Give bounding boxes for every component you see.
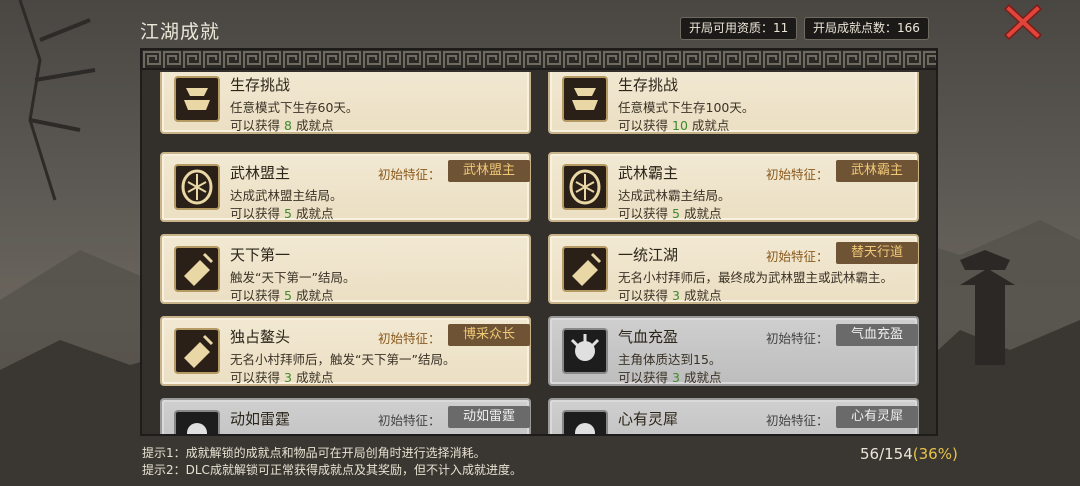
fist-icon [562, 328, 608, 374]
achievement-card-locked[interactable]: 气血充盈 初始特征： 气血充盈 主角体质达到15。 可以获得 3 成就点 [548, 316, 919, 386]
panel-border-pattern [142, 50, 936, 70]
achievement-desc: 无名小村拜师后，触发“天下第一”结局。 [230, 352, 456, 367]
achievement-points-box: 开局成就点数：166 [804, 17, 929, 40]
achievement-reward: 可以获得 3 成就点 [618, 370, 722, 385]
available-aptitude-box: 开局可用资质：11 [680, 17, 798, 40]
achievement-reward: 可以获得 5 成就点 [230, 206, 334, 221]
trait-tag: 动如雷霆 [448, 406, 530, 428]
achievement-card-locked[interactable]: 心有灵犀 初始特征： 心有灵犀 [548, 398, 919, 434]
achievement-reward: 可以获得 8 成就点 [230, 118, 334, 133]
close-button[interactable] [1004, 4, 1042, 40]
achievement-points-value: 166 [897, 21, 920, 35]
progress-percent: (36%) [912, 445, 958, 463]
achievement-card[interactable]: 天下第一 触发“天下第一”结局。 可以获得 5 成就点 [160, 234, 531, 304]
hint-2: 提示2：DLC成就解锁可正常获得成就点及其奖励，但不计入成就进度。 [142, 463, 522, 477]
achievement-reward: 可以获得 3 成就点 [618, 288, 722, 303]
available-aptitude-label: 开局可用资质： [689, 21, 774, 35]
trait-tag: 武林盟主 [448, 160, 530, 182]
achievement-name: 生存挑战 [230, 76, 291, 94]
close-icon [1004, 4, 1042, 40]
progress-count: 56/154 [860, 445, 913, 463]
achievement-name: 生存挑战 [618, 76, 679, 94]
trait-label: 初始特征： [378, 413, 441, 428]
trait-label: 初始特征： [766, 167, 829, 182]
page-title: 江湖成就 [140, 21, 221, 43]
achievement-card[interactable]: 武林盟主 初始特征： 武林盟主 达成武林盟主结局。 可以获得 5 成就点 [160, 152, 531, 222]
scroll-sword-icon [174, 246, 220, 292]
achievement-desc: 触发“天下第一”结局。 [230, 270, 356, 285]
achievement-name: 动如雷霆 [230, 410, 291, 428]
achievement-card[interactable]: 独占鳌头 初始特征： 博采众长 无名小村拜师后，触发“天下第一”结局。 可以获得… [160, 316, 531, 386]
achievement-card[interactable]: 一统江湖 初始特征： 替天行道 无名小村拜师后，最终成为武林盟主或武林霸主。 可… [548, 234, 919, 304]
achievement-desc: 达成武林霸主结局。 [618, 188, 731, 203]
fist-icon [174, 410, 220, 434]
achievement-desc: 任意模式下生存60天。 [230, 100, 359, 115]
crest-icon [174, 164, 220, 210]
achievement-reward: 可以获得 10 成就点 [618, 118, 730, 133]
achievement-list[interactable]: 生存挑战 任意模式下生存60天。 可以获得 8 成就点 生存挑战 任意模式下生存… [144, 72, 934, 434]
achievement-name: 独占鳌头 [230, 328, 291, 346]
achievement-name: 气血充盈 [618, 328, 679, 346]
fist-icon [562, 410, 608, 434]
achievement-name: 天下第一 [230, 246, 291, 264]
trait-label: 初始特征： [766, 413, 829, 428]
achievement-desc: 达成武林盟主结局。 [230, 188, 343, 203]
achievement-card[interactable]: 武林霸主 初始特征： 武林霸主 达成武林霸主结局。 可以获得 5 成就点 [548, 152, 919, 222]
achievement-reward: 可以获得 5 成就点 [618, 206, 722, 221]
trait-label: 初始特征： [378, 331, 441, 346]
scroll-sword-icon [562, 246, 608, 292]
achievement-desc: 无名小村拜师后，最终成为武林盟主或武林霸主。 [618, 270, 894, 285]
trait-tag: 心有灵犀 [836, 406, 918, 428]
achievement-name: 武林霸主 [618, 164, 679, 182]
trait-label: 初始特征： [378, 167, 441, 182]
achievement-desc: 主角体质达到15。 [618, 352, 722, 367]
banner-cup-icon [174, 76, 220, 122]
trait-label: 初始特征： [766, 331, 829, 346]
scroll-sword-icon [174, 328, 220, 374]
achievement-desc: 任意模式下生存100天。 [618, 100, 755, 115]
achievement-card[interactable]: 生存挑战 任意模式下生存60天。 可以获得 8 成就点 [160, 72, 531, 134]
crest-icon [562, 164, 608, 210]
trait-tag: 博采众长 [448, 324, 530, 346]
banner-cup-icon [562, 76, 608, 122]
achievement-progress: 56/154(36%) [860, 445, 958, 463]
achievement-card-locked[interactable]: 动如雷霆 初始特征： 动如雷霆 [160, 398, 531, 434]
achievement-reward: 可以获得 5 成就点 [230, 288, 334, 303]
achievement-name: 一统江湖 [618, 246, 679, 264]
trait-tag: 气血充盈 [836, 324, 918, 346]
trait-label: 初始特征： [766, 249, 829, 264]
achievement-name: 武林盟主 [230, 164, 291, 182]
hint-1: 提示1：成就解锁的成就点和物品可在开局创角时进行选择消耗。 [142, 446, 486, 460]
achievement-reward: 可以获得 3 成就点 [230, 370, 334, 385]
available-aptitude-value: 11 [773, 21, 789, 35]
trait-tag: 武林霸主 [836, 160, 918, 182]
trait-tag: 替天行道 [836, 242, 918, 264]
achievement-name: 心有灵犀 [618, 410, 679, 428]
achievement-panel: 生存挑战 任意模式下生存60天。 可以获得 8 成就点 生存挑战 任意模式下生存… [140, 48, 938, 436]
achievement-points-label: 开局成就点数： [813, 21, 898, 35]
achievement-card[interactable]: 生存挑战 任意模式下生存100天。 可以获得 10 成就点 [548, 72, 919, 134]
